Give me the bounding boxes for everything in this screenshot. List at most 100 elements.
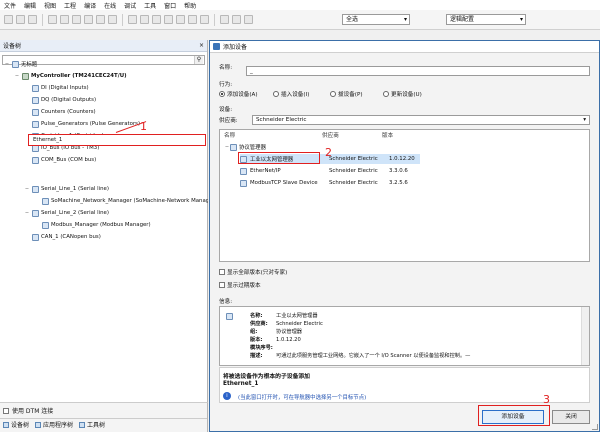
radio-button[interactable]	[219, 91, 225, 97]
config-combo[interactable]: 逻辑配置 ▾	[446, 14, 526, 25]
close-button[interactable]: 关闭	[552, 410, 590, 424]
reset-icon[interactable]	[200, 15, 209, 24]
save-icon[interactable]	[28, 15, 37, 24]
device-tree-footer: 使用 DTM 连接 设备树 应用程序树 工具树	[0, 402, 208, 432]
step-over-icon[interactable]	[220, 15, 229, 24]
info-key: 供应商:	[250, 321, 268, 327]
info-box: 名称: 工业以太网管理器 供应商: Schneider Electric 组: 协议管理器…	[219, 306, 590, 366]
column-version[interactable]: 版本	[382, 131, 393, 139]
dtm-checkbox-row[interactable]: 使用 DTM 连接	[0, 403, 207, 418]
name-input[interactable]: _	[246, 66, 590, 76]
annotation-marker-1: 1	[140, 120, 147, 133]
action-radio[interactable]: 添加设备(A)	[219, 90, 258, 98]
menu-item[interactable]: 窗口	[164, 1, 176, 10]
menu-item[interactable]: 帮助	[184, 1, 196, 10]
radio-button[interactable]	[273, 91, 279, 97]
device-version: 1.0.12.20	[389, 156, 415, 162]
collapse-icon[interactable]: −	[24, 210, 30, 216]
all-versions-checkbox[interactable]	[219, 269, 225, 275]
step-out-icon[interactable]	[244, 15, 253, 24]
tree-node[interactable]: Counters (Counters)	[24, 107, 96, 117]
collapse-icon[interactable]: −	[4, 61, 10, 67]
all-versions-checkbox-row[interactable]: 显示全部版本(只对专家)	[219, 268, 287, 276]
old-versions-checkbox[interactable]	[219, 282, 225, 288]
column-name[interactable]: 名称	[224, 131, 235, 139]
old-versions-checkbox-row[interactable]: 显示过期版本	[219, 281, 261, 289]
action-radio[interactable]: 插入设备(I)	[273, 90, 309, 98]
device-vendor: Schneider Electric	[329, 180, 378, 186]
radio-button[interactable]	[330, 91, 336, 97]
menu-item[interactable]: 编辑	[24, 1, 36, 10]
delete-icon[interactable]	[108, 15, 117, 24]
cut-icon[interactable]	[72, 15, 81, 24]
info-value: Schneider Electric	[276, 321, 323, 327]
undo-icon[interactable]	[48, 15, 57, 24]
resize-grip[interactable]	[592, 424, 598, 430]
tree-node[interactable]: DQ (Digital Outputs)	[24, 95, 96, 105]
login-icon[interactable]	[152, 15, 161, 24]
action-label: 行为:	[219, 82, 233, 88]
panel-tab[interactable]: 工具树	[79, 420, 105, 429]
new-icon[interactable]	[4, 15, 13, 24]
step-into-icon[interactable]	[232, 15, 241, 24]
selection-combo[interactable]: 全选 ▾	[342, 14, 410, 25]
build-icon[interactable]	[140, 15, 149, 24]
dtm-checkbox[interactable]	[3, 407, 9, 414]
device-group[interactable]: − 协议管理器	[224, 142, 266, 152]
device-icon	[32, 233, 39, 241]
find-icon[interactable]	[128, 15, 137, 24]
redo-icon[interactable]	[60, 15, 69, 24]
action-radio[interactable]: 拔设备(P)	[330, 90, 363, 98]
menu-item[interactable]: 工程	[64, 1, 76, 10]
panel-tab-label: 应用程序树	[43, 422, 74, 429]
close-icon[interactable]: ×	[199, 42, 204, 49]
action-radio[interactable]: 更新设备(U)	[383, 90, 422, 98]
panel-tab[interactable]: 应用程序树	[35, 420, 73, 429]
column-vendor[interactable]: 供应商	[322, 131, 339, 139]
paste-icon[interactable]	[96, 15, 105, 24]
tree-node-label: Modbus_Manager (Modbus Manager)	[51, 222, 151, 228]
dialog-title: 添加设备	[223, 44, 248, 51]
tree-node[interactable]: CAN_1 (CANopen bus)	[24, 232, 101, 242]
tree-node[interactable]: − MyController (TM241CEC24T/U)	[14, 71, 127, 81]
tree-node[interactable]: − 无标题	[4, 59, 37, 69]
copy-icon[interactable]	[84, 15, 93, 24]
menu-item[interactable]: 文件	[4, 1, 16, 10]
annotation-marker-3: 3	[543, 393, 550, 406]
info-line: 组: 协议管理器	[250, 328, 302, 335]
search-icon[interactable]: ⚲	[194, 56, 203, 64]
tree-node[interactable]: DI (Digital Inputs)	[24, 83, 89, 93]
run-icon[interactable]	[176, 15, 185, 24]
menu-item[interactable]: 调试	[124, 1, 136, 10]
ethernet-node[interactable]: Ethernet_1	[28, 134, 206, 146]
tree-node-label: MyController (TM241CEC24T/U)	[31, 73, 127, 79]
tree-node[interactable]: − Serial_Line_2 (Serial line)	[24, 208, 109, 218]
name-label: 名称:	[219, 65, 233, 71]
selection-combo-value: 全选	[346, 16, 359, 23]
collapse-icon[interactable]: −	[14, 73, 20, 79]
tree-node[interactable]: COM_Bus (COM bus)	[24, 155, 96, 165]
radio-button[interactable]	[383, 91, 389, 97]
action-radio-label: 插入设备(I)	[281, 92, 310, 98]
vendor-select[interactable]: Schneider Electric ▾	[252, 115, 590, 125]
tree-node[interactable]: Pulse_Generators (Pulse Generators)	[24, 119, 140, 129]
folder-icon	[230, 143, 237, 151]
device-tree-title: 设备树	[3, 43, 22, 50]
tree-node[interactable]: Modbus_Manager (Modbus Manager)	[34, 220, 151, 230]
tree-node[interactable]: − Serial_Line_1 (Serial line)	[24, 184, 109, 194]
panel-tab[interactable]: 设备树	[3, 420, 29, 429]
stop-icon[interactable]	[188, 15, 197, 24]
open-icon[interactable]	[16, 15, 25, 24]
collapse-icon[interactable]: −	[24, 186, 30, 192]
device-icon	[32, 156, 39, 164]
info-scrollbar[interactable]	[581, 307, 589, 365]
menu-item[interactable]: 在线	[104, 1, 116, 10]
menu-item[interactable]: 编译	[84, 1, 96, 10]
vendor-label: 供应商:	[219, 118, 238, 124]
menu-item[interactable]: 视图	[44, 1, 56, 10]
device-row[interactable]: EtherNet/IP Schneider Electric 3.3.0.6	[240, 166, 420, 176]
logout-icon[interactable]	[164, 15, 173, 24]
device-row[interactable]: ModbusTCP Slave Device Schneider Electric…	[240, 178, 420, 188]
menu-item[interactable]: 工具	[144, 1, 156, 10]
tree-node[interactable]: SoMachine_Network_Manager (SoMachine-Net…	[34, 196, 208, 206]
